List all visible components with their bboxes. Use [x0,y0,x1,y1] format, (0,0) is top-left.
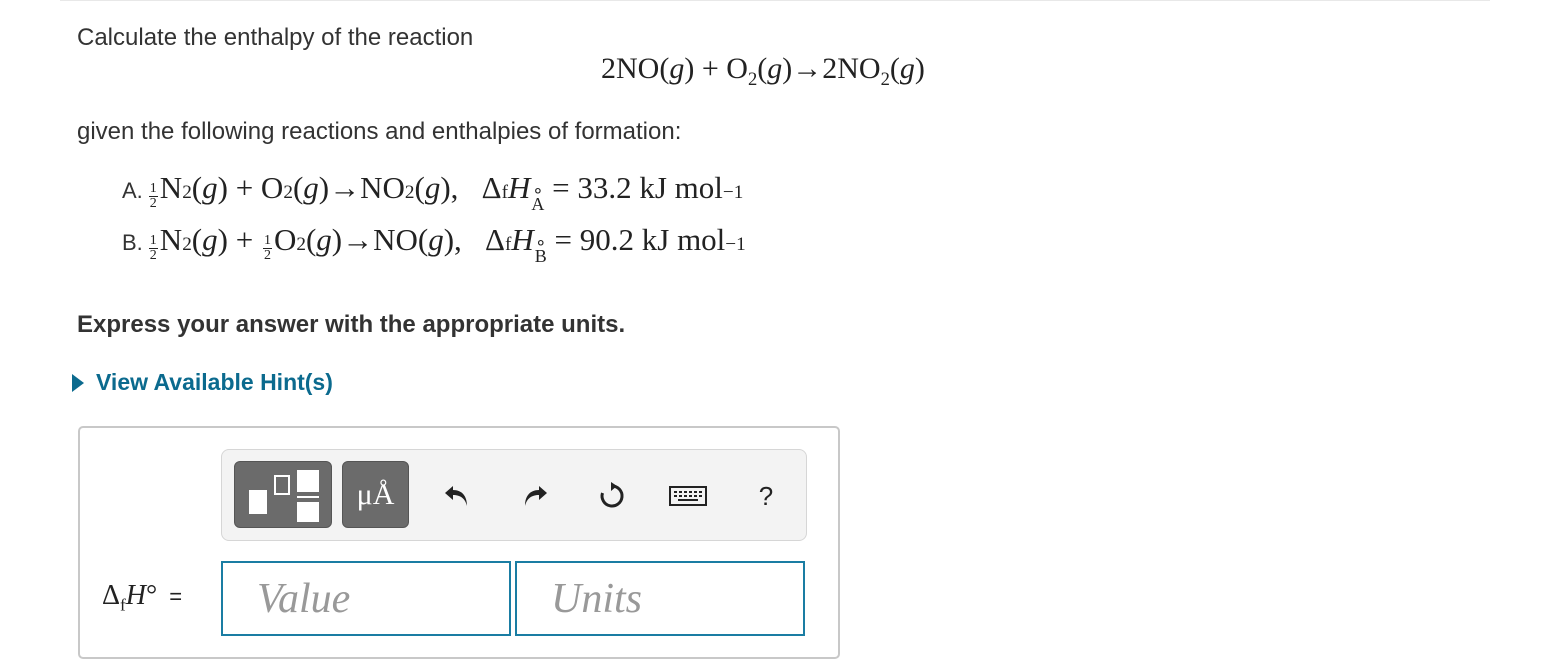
reset-icon[interactable] [596,480,628,512]
half-fraction: 12 [262,233,272,263]
reaction-rhs-sub: 2 [880,69,890,90]
reaction-b-letter: B. [122,230,143,255]
reaction-a: A. 1 2 N 2(g) + O 2(g)→NO 2(g), Δf H ∘ A = 33.2 … [122,170,743,217]
units-button[interactable]: μÅ [342,461,409,528]
target-reaction: 2NO(g) + O2(g)→2NO2(g) [601,52,925,90]
enthalpy-a-label: A [531,194,545,214]
undo-icon[interactable] [441,480,473,512]
view-hints-label: View Available Hint(s) [96,369,333,395]
reaction-o2: O [726,52,748,85]
value-input[interactable] [221,561,511,636]
reaction-b: B. 1 2 N 2(g) + 1 2 O 2(g)→NO(g), Δf H ∘ B = 90.2… [122,222,746,269]
enthalpy-b-unit-exp: −1 [725,234,746,255]
enthalpy-b-label: B [534,246,547,266]
units-input[interactable] [515,561,805,636]
reaction-a-equation: 1 2 N 2(g) + O 2(g)→NO 2(g), Δf H ∘ A = 33.2 kJ … [148,170,744,214]
templates-icon [249,470,319,522]
keyboard-icon[interactable] [668,480,708,512]
reaction-lhs-species: NO [616,52,660,85]
redo-icon[interactable] [519,480,551,512]
reaction-rhs-base: NO [837,52,881,85]
half-fraction: 12 [148,233,158,263]
view-hints-link[interactable]: View Available Hint(s) [72,369,333,396]
enthalpy-b-value: 90.2 [579,222,634,257]
express-instruction: Express your answer with the appropriate… [77,311,626,338]
top-divider [60,0,1490,1]
reaction-b-equation: 1 2 N 2(g) + 1 2 O 2(g)→NO(g), Δf H ∘ B = 90.2 kJ… [148,222,746,266]
given-text: given the following reactions and enthal… [77,118,682,145]
answer-label: ΔfH° = [102,580,182,616]
phase-label: g [669,52,685,85]
enthalpy-b-unit: kJ mol [641,222,726,257]
reaction-lhs-coef: 2 [601,52,616,85]
question-intro: Calculate the enthalpy of the reaction [77,24,474,51]
equals-sign: = [169,584,183,609]
enthalpy-symbol: ΔfH° [102,580,158,615]
enthalpy-a-unit: kJ mol [639,170,723,205]
templates-button[interactable] [234,461,332,528]
reaction-rhs-coef: 2 [822,52,838,85]
phase-label: g [767,52,783,85]
enthalpy-a-value: 33.2 [577,170,632,205]
caret-right-icon [72,373,84,392]
help-button[interactable]: ? [750,480,782,512]
half-fraction: 12 [148,181,158,211]
enthalpy-a-unit-exp: −1 [722,182,744,203]
math-toolbar: μÅ ? [221,449,807,541]
reaction-o2-sub: 2 [747,69,758,90]
phase-label: g [899,52,915,85]
reaction-a-letter: A. [122,178,143,203]
answer-panel: μÅ ? ΔfH° = [78,426,840,659]
